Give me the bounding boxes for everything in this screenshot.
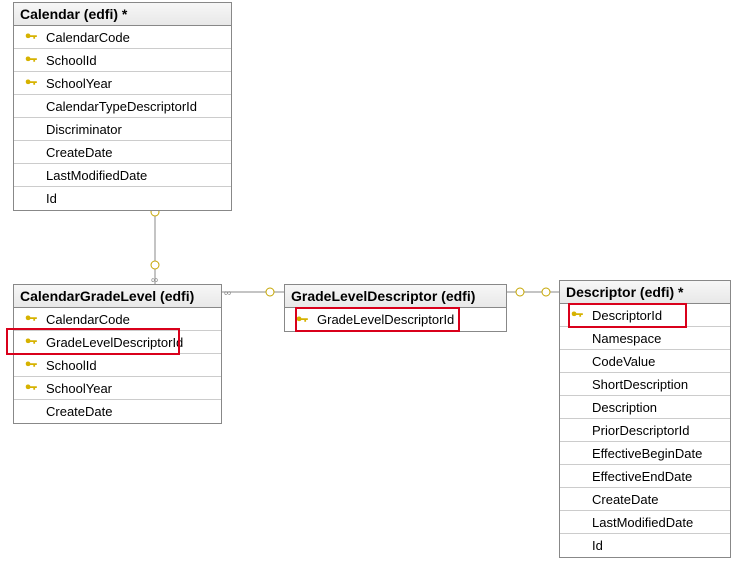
- table-row[interactable]: Id: [560, 534, 730, 557]
- column-name: EffectiveBeginDate: [588, 446, 724, 461]
- key-icon: [20, 312, 42, 326]
- table-row[interactable]: CalendarCode: [14, 26, 231, 49]
- table-row[interactable]: ShortDescription: [560, 373, 730, 396]
- column-name: LastModifiedDate: [42, 168, 225, 183]
- column-name: Namespace: [588, 331, 724, 346]
- column-name: SchoolId: [42, 358, 215, 373]
- column-name: EffectiveEndDate: [588, 469, 724, 484]
- key-icon: [291, 313, 313, 327]
- column-name: DescriptorId: [588, 308, 724, 323]
- column-name: Discriminator: [42, 122, 225, 137]
- column-name: Description: [588, 400, 724, 415]
- table-row[interactable]: GradeLevelDescriptorId: [285, 308, 506, 331]
- key-icon: [20, 30, 42, 44]
- key-icon: [20, 53, 42, 67]
- table-row[interactable]: Id: [14, 187, 231, 210]
- column-name: PriorDescriptorId: [588, 423, 724, 438]
- column-name: CalendarCode: [42, 312, 215, 327]
- table-row[interactable]: PriorDescriptorId: [560, 419, 730, 442]
- table-row[interactable]: EffectiveBeginDate: [560, 442, 730, 465]
- key-icon: [566, 308, 588, 322]
- table-row[interactable]: EffectiveEndDate: [560, 465, 730, 488]
- column-name: SchoolId: [42, 53, 225, 68]
- table-calendar[interactable]: Calendar (edfi) * CalendarCode SchoolId …: [13, 2, 232, 211]
- column-name: CodeValue: [588, 354, 724, 369]
- table-row[interactable]: SchoolId: [14, 354, 221, 377]
- table-grade-level-descriptor[interactable]: GradeLevelDescriptor (edfi) GradeLevelDe…: [284, 284, 507, 332]
- table-row[interactable]: Namespace: [560, 327, 730, 350]
- table-row[interactable]: CalendarCode: [14, 308, 221, 331]
- table-row[interactable]: CalendarTypeDescriptorId: [14, 95, 231, 118]
- table-row[interactable]: CreateDate: [14, 400, 221, 423]
- table-row[interactable]: SchoolYear: [14, 72, 231, 95]
- table-row[interactable]: SchoolId: [14, 49, 231, 72]
- table-row[interactable]: CodeValue: [560, 350, 730, 373]
- column-name: CalendarCode: [42, 30, 225, 45]
- table-row[interactable]: CreateDate: [14, 141, 231, 164]
- table-row[interactable]: GradeLevelDescriptorId: [14, 331, 221, 354]
- table-row[interactable]: LastModifiedDate: [560, 511, 730, 534]
- key-icon: [20, 358, 42, 372]
- table-row[interactable]: Description: [560, 396, 730, 419]
- column-name: CalendarTypeDescriptorId: [42, 99, 225, 114]
- key-icon: [20, 335, 42, 349]
- column-name: Id: [588, 538, 724, 553]
- table-header: CalendarGradeLevel (edfi): [14, 285, 221, 308]
- column-name: ShortDescription: [588, 377, 724, 392]
- table-row[interactable]: DescriptorId: [560, 304, 730, 327]
- key-icon: [20, 76, 42, 90]
- column-name: SchoolYear: [42, 76, 225, 91]
- column-name: GradeLevelDescriptorId: [42, 335, 215, 350]
- column-name: LastModifiedDate: [588, 515, 724, 530]
- column-name: CreateDate: [588, 492, 724, 507]
- table-header: GradeLevelDescriptor (edfi): [285, 285, 506, 308]
- table-calendar-grade-level[interactable]: CalendarGradeLevel (edfi) CalendarCode G…: [13, 284, 222, 424]
- table-row[interactable]: Discriminator: [14, 118, 231, 141]
- svg-text:∞: ∞: [224, 288, 231, 299]
- table-descriptor[interactable]: Descriptor (edfi) * DescriptorId Namespa…: [559, 280, 731, 558]
- column-name: Id: [42, 191, 225, 206]
- table-header: Calendar (edfi) *: [14, 3, 231, 26]
- table-row[interactable]: CreateDate: [560, 488, 730, 511]
- table-row[interactable]: LastModifiedDate: [14, 164, 231, 187]
- table-header: Descriptor (edfi) *: [560, 281, 730, 304]
- column-name: GradeLevelDescriptorId: [313, 312, 500, 327]
- table-row[interactable]: SchoolYear: [14, 377, 221, 400]
- column-name: CreateDate: [42, 145, 225, 160]
- column-name: CreateDate: [42, 404, 215, 419]
- column-name: SchoolYear: [42, 381, 215, 396]
- key-icon: [20, 381, 42, 395]
